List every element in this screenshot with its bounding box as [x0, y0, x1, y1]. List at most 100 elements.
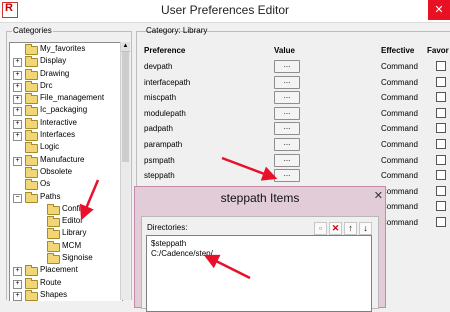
favorite-checkbox[interactable]: [436, 154, 446, 165]
new-item-icon[interactable]: ▫: [314, 222, 327, 235]
effective-value: Command: [381, 108, 418, 118]
tree-item[interactable]: Os: [10, 178, 122, 191]
tree-item[interactable]: + File_management: [10, 92, 122, 105]
tree-item[interactable]: Editor: [10, 215, 122, 228]
effective-value: Command: [381, 77, 418, 87]
move-down-icon[interactable]: ↓: [359, 222, 372, 235]
directory-entry[interactable]: $steppath: [151, 239, 186, 248]
value-browse-button[interactable]: ...: [274, 138, 300, 151]
tree-expander-icon[interactable]: +: [13, 70, 22, 80]
tree-item[interactable]: + Shapes: [10, 289, 122, 301]
effective-value: Command: [381, 202, 418, 212]
favorite-checkbox[interactable]: [436, 185, 446, 196]
header-favorite: Favor: [427, 46, 449, 55]
tree-item-label: Display: [40, 56, 67, 66]
tree-item[interactable]: My_favorites: [10, 43, 122, 55]
folder-icon: [25, 166, 38, 178]
tree-item[interactable]: + Display: [10, 55, 122, 68]
scroll-thumb[interactable]: [122, 52, 129, 162]
value-browse-button[interactable]: ...: [274, 153, 300, 167]
tree-item-label: Os: [40, 179, 51, 189]
folder-icon: [25, 56, 38, 68]
tree-expander-icon[interactable]: +: [13, 95, 22, 105]
effective-value: Command: [381, 124, 418, 134]
scroll-up-icon[interactable]: ▲: [121, 42, 130, 52]
preference-row: miscpath... Command: [144, 89, 450, 105]
folder-icon: [47, 203, 60, 215]
tree-item[interactable]: Signoise: [10, 252, 122, 265]
favorite-checkbox[interactable]: [436, 107, 446, 118]
tree-item-label: Route: [40, 277, 62, 287]
dialog-close-button[interactable]: ✕: [374, 189, 383, 202]
folder-icon: [47, 216, 60, 228]
value-browse-button[interactable]: ...: [274, 106, 300, 120]
value-browse-button[interactable]: ...: [274, 91, 300, 105]
tree-expander-icon[interactable]: +: [13, 58, 22, 68]
tree-item[interactable]: MCM: [10, 240, 122, 252]
dialog-body: Directories: ▫ ✕ ↑ ↓ $steppath C:/Cadenc…: [141, 216, 379, 312]
preference-row: interfacepath... Command: [144, 74, 450, 90]
favorite-checkbox[interactable]: [436, 123, 446, 134]
tree-item-label: Library: [62, 228, 87, 238]
window-title: User Preferences Editor: [160, 3, 290, 17]
value-browse-button[interactable]: ...: [274, 60, 300, 73]
tree-expander-icon[interactable]: +: [13, 107, 22, 117]
tree-item[interactable]: + Drc: [10, 80, 122, 92]
tree-item[interactable]: + Route: [10, 277, 122, 289]
tree-item[interactable]: + Placement: [10, 264, 122, 277]
category-tree[interactable]: My_favorites + Display + Drawing + Drc + File_ma…: [9, 42, 123, 301]
tree-scrollbar[interactable]: ▲: [120, 42, 130, 300]
tree-item-label: MCM: [62, 240, 82, 250]
tree-item-label: Drawing: [40, 68, 70, 78]
preference-row: psmpath... Command: [144, 152, 450, 168]
tree-item[interactable]: + Drawing: [10, 68, 122, 80]
tree-expander-icon[interactable]: +: [13, 82, 22, 92]
tree-item[interactable]: + Interactive: [10, 117, 122, 129]
tree-item[interactable]: + Ic_packaging: [10, 104, 122, 117]
value-browse-button[interactable]: ...: [274, 169, 300, 183]
favorite-checkbox[interactable]: [436, 201, 446, 212]
tree-expander-icon[interactable]: +: [13, 267, 22, 277]
preference-name: psmpath: [144, 155, 175, 165]
favorite-checkbox[interactable]: [436, 139, 446, 149]
tree-item[interactable]: + Interfaces: [10, 129, 122, 142]
tree-expander-icon[interactable]: +: [13, 119, 22, 129]
favorite-checkbox[interactable]: [436, 217, 446, 227]
favorite-checkbox[interactable]: [436, 76, 446, 87]
favorite-checkbox[interactable]: [436, 61, 446, 71]
tree-item[interactable]: Library: [10, 227, 122, 240]
tree-item[interactable]: + Manufacture: [10, 154, 122, 166]
effective-value: Command: [381, 171, 418, 181]
folder-icon: [25, 68, 38, 80]
tree-expander-icon[interactable]: +: [13, 132, 22, 142]
preference-row: steppath... Command: [144, 167, 450, 183]
tree-item-label: Paths: [40, 191, 61, 201]
preference-name: miscpath: [144, 93, 177, 103]
preference-name: devpath: [144, 62, 173, 71]
title-bar: R User Preferences Editor ✕: [0, 0, 450, 23]
folder-icon: [25, 191, 38, 203]
value-browse-button[interactable]: ...: [274, 75, 300, 89]
tree-item-label: File_management: [40, 93, 105, 103]
tree-expander-icon[interactable]: +: [13, 156, 22, 166]
tree-item[interactable]: Config: [10, 203, 122, 215]
folder-icon: [25, 93, 38, 105]
tree-item[interactable]: Obsolete: [10, 166, 122, 178]
move-up-icon[interactable]: ↑: [344, 222, 357, 235]
tree-item[interactable]: − Paths: [10, 191, 122, 203]
tree-item-label: My_favorites: [40, 44, 86, 53]
directory-entry[interactable]: C:/Cadence/step/: [151, 249, 213, 258]
effective-value: Command: [381, 186, 418, 196]
tree-expander-icon[interactable]: −: [13, 193, 22, 203]
favorite-checkbox[interactable]: [436, 92, 446, 103]
close-button[interactable]: ✕: [428, 0, 450, 20]
favorite-checkbox[interactable]: [436, 170, 446, 181]
categories-legend: Categories: [12, 26, 53, 35]
preference-name: parampath: [144, 140, 183, 149]
delete-item-icon[interactable]: ✕: [329, 222, 342, 235]
tree-expander-icon[interactable]: +: [13, 279, 22, 289]
directories-list[interactable]: $steppath C:/Cadence/step/: [146, 235, 372, 312]
directories-label: Directories:: [147, 223, 188, 232]
value-browse-button[interactable]: ...: [274, 122, 300, 136]
tree-item[interactable]: Logic: [10, 141, 122, 154]
